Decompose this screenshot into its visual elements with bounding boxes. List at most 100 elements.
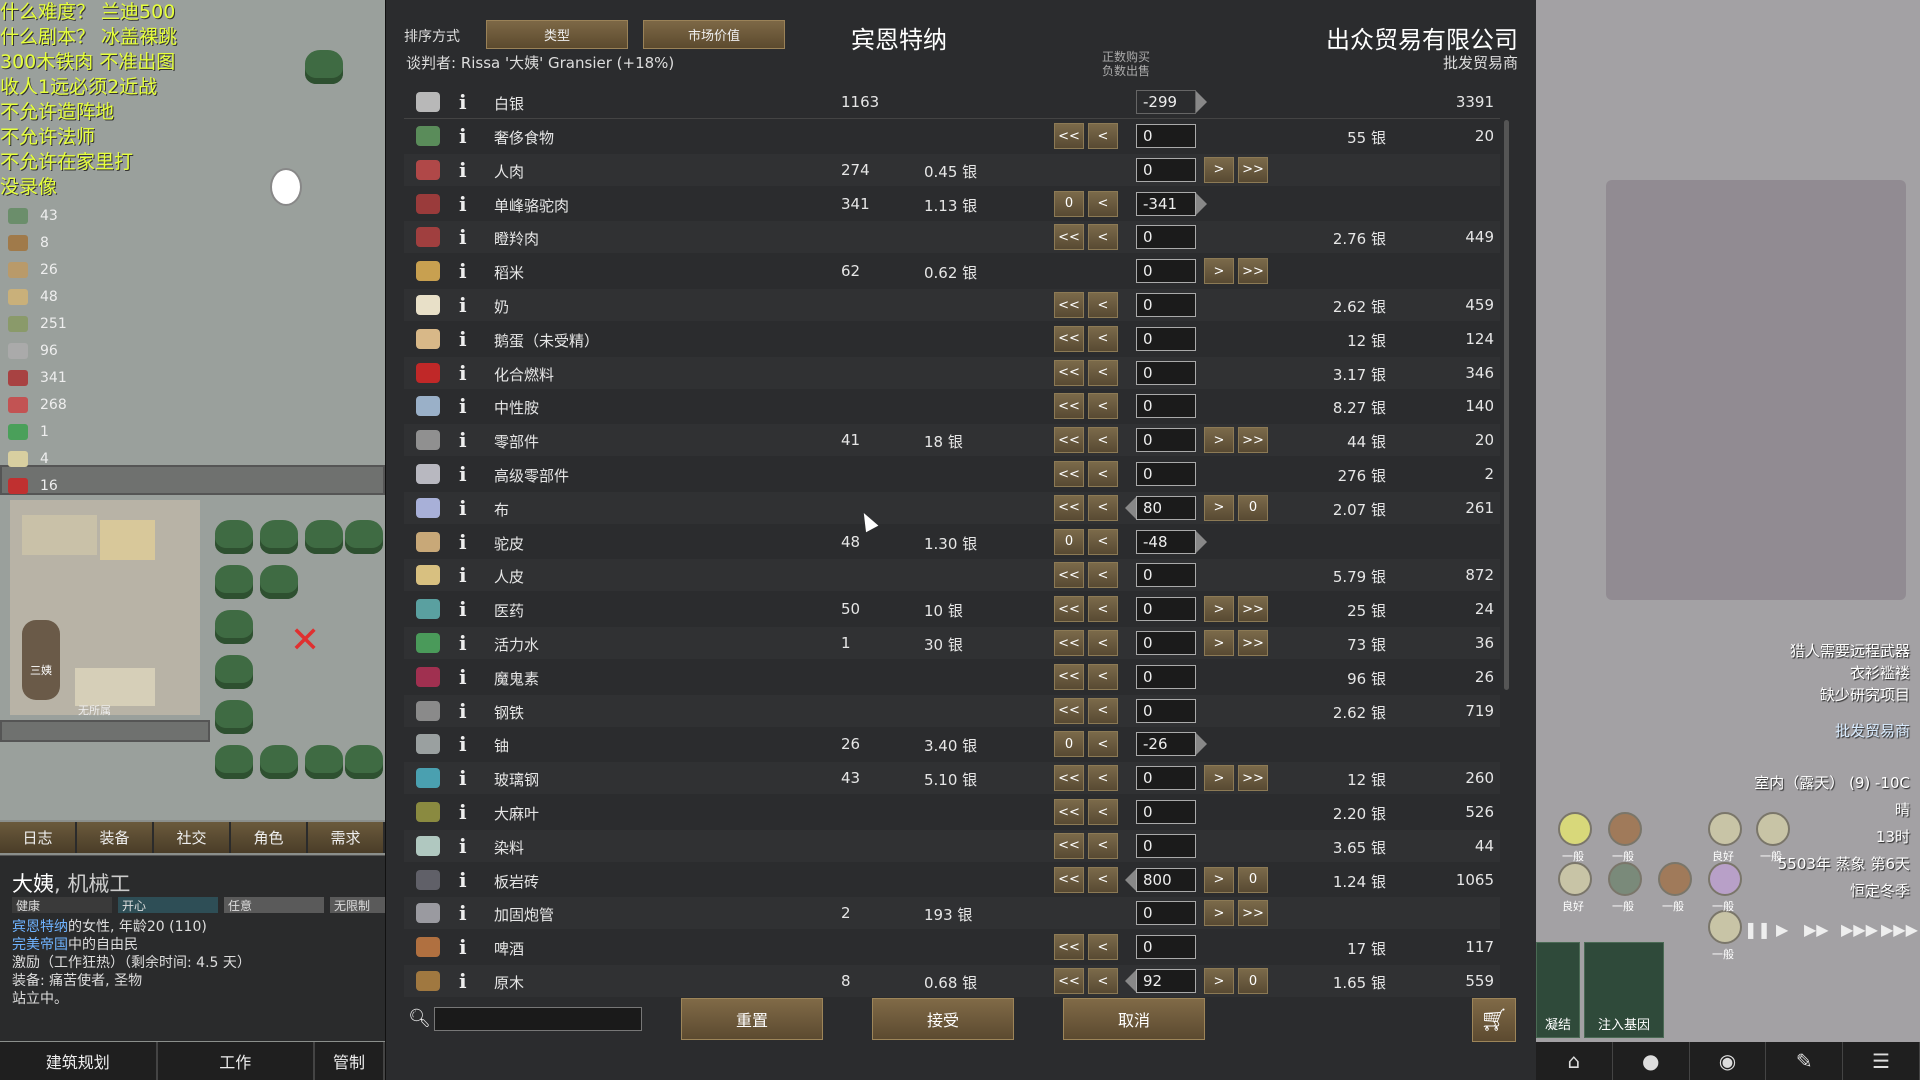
mood-bar[interactable]: 开心 — [118, 897, 218, 913]
trade-amount-input[interactable]: 0 — [1136, 631, 1196, 655]
trade-amount-input[interactable]: 92 — [1136, 969, 1196, 993]
sell-one-button[interactable]: < — [1088, 359, 1118, 386]
trade-amount-input[interactable]: 0 — [1136, 901, 1196, 926]
sell-max-button[interactable]: << — [1054, 359, 1084, 386]
trade-amount-input[interactable]: 0 — [1136, 124, 1196, 148]
sell-one-button[interactable]: < — [1088, 832, 1118, 859]
faction-link[interactable]: 宾恩特纳 — [12, 919, 68, 935]
sort-by-value-button[interactable]: 市场价值 — [643, 20, 785, 49]
sell-max-button[interactable]: 0 — [1054, 731, 1084, 758]
bulb-icon[interactable]: ● — [1613, 1042, 1690, 1080]
sell-one-button[interactable]: < — [1088, 731, 1118, 758]
sell-max-button[interactable]: << — [1054, 562, 1084, 589]
sell-one-button[interactable]: < — [1088, 697, 1118, 724]
apparel-icon[interactable] — [1558, 812, 1592, 846]
sell-max-button[interactable]: << — [1054, 630, 1084, 656]
apparel-icon[interactable] — [1608, 812, 1642, 846]
trade-amount-input[interactable]: 0 — [1136, 394, 1196, 419]
resource-row[interactable]: 48 — [8, 283, 67, 310]
apparel-icon[interactable] — [1756, 812, 1790, 846]
sell-one-button[interactable]: < — [1088, 224, 1118, 251]
info-icon[interactable]: i — [459, 530, 467, 554]
sell-max-button[interactable]: << — [1054, 765, 1084, 792]
info-icon[interactable]: i — [459, 259, 467, 283]
empire-link[interactable]: 完美帝国 — [12, 937, 68, 953]
resource-row[interactable]: 43 — [8, 202, 67, 229]
sell-one-button[interactable]: < — [1088, 393, 1118, 420]
sell-one-button[interactable]: < — [1088, 325, 1118, 352]
buy-one-button[interactable]: > — [1204, 494, 1234, 521]
info-icon[interactable]: i — [459, 766, 467, 790]
apparel-icon[interactable] — [1708, 910, 1742, 944]
superfast-button[interactable]: ▶▶▶ — [1841, 920, 1878, 939]
buy-one-button[interactable]: > — [1204, 596, 1234, 623]
info-icon[interactable]: i — [459, 800, 467, 824]
trade-amount-input[interactable]: 0 — [1136, 800, 1196, 824]
buy-max-button[interactable]: >> — [1238, 156, 1268, 183]
play-button[interactable]: ▶ — [1776, 920, 1788, 939]
info-icon[interactable]: i — [459, 158, 467, 182]
buy-one-button[interactable]: > — [1204, 866, 1234, 893]
sort-by-type-button[interactable]: 类型 — [486, 20, 628, 49]
sell-max-button[interactable]: << — [1054, 799, 1084, 825]
info-icon[interactable]: i — [459, 124, 467, 148]
coagulate-button[interactable]: 凝结 — [1536, 942, 1580, 1038]
bed[interactable] — [75, 668, 155, 706]
trade-amount-input[interactable]: 0 — [1136, 664, 1196, 689]
info-icon[interactable]: i — [459, 327, 467, 351]
fast-button[interactable]: ▶▶ — [1804, 920, 1829, 939]
trade-amount-input[interactable]: 0 — [1136, 935, 1196, 960]
sell-one-button[interactable]: < — [1088, 934, 1118, 961]
sell-one-button[interactable]: < — [1088, 799, 1118, 825]
apparel-icon[interactable] — [1608, 862, 1642, 896]
buy-max-button[interactable]: >> — [1238, 900, 1268, 927]
trade-amount-input[interactable]: -341 — [1136, 191, 1196, 216]
pawn-sprite[interactable] — [22, 620, 60, 700]
tab-gear[interactable]: 装备 — [77, 822, 152, 853]
sell-max-button[interactable]: 0 — [1054, 190, 1084, 217]
medical-select[interactable]: 任意 — [224, 897, 324, 913]
sell-max-button[interactable]: << — [1054, 123, 1084, 149]
resource-row[interactable]: 268 — [8, 391, 67, 418]
buy-one-button[interactable]: > — [1204, 765, 1234, 792]
buy-one-button[interactable]: > — [1204, 258, 1234, 285]
info-icon[interactable]: i — [459, 496, 467, 520]
trade-amount-input[interactable]: 0 — [1136, 597, 1196, 622]
trade-amount-input[interactable]: 80 — [1136, 495, 1196, 520]
sell-one-button[interactable]: < — [1088, 427, 1118, 454]
tab-restrict[interactable]: 管制 — [315, 1042, 385, 1080]
resource-row[interactable]: 96 — [8, 337, 67, 364]
alert-item[interactable]: 批发贸易商 — [1790, 720, 1910, 742]
tab-character[interactable]: 角色 — [231, 822, 306, 853]
resource-row[interactable]: 4 — [8, 445, 67, 472]
sell-max-button[interactable]: << — [1054, 494, 1084, 521]
head-icon[interactable]: ◉ — [1690, 1042, 1767, 1080]
sell-one-button[interactable]: < — [1088, 494, 1118, 521]
info-icon[interactable]: i — [459, 563, 467, 587]
sell-one-button[interactable]: < — [1088, 968, 1118, 994]
sell-max-button[interactable]: << — [1054, 393, 1084, 420]
resource-row[interactable]: 16 — [8, 472, 67, 499]
trade-amount-input[interactable]: -26 — [1136, 732, 1196, 757]
cart-icon[interactable]: 🛒︎ — [1472, 998, 1516, 1042]
health-bar[interactable]: 健康 — [12, 897, 112, 913]
resource-row[interactable]: 26 — [8, 256, 67, 283]
buy-max-button[interactable]: >> — [1238, 258, 1268, 285]
pawn-head-icon[interactable] — [270, 168, 302, 206]
table[interactable] — [100, 520, 155, 560]
sell-one-button[interactable]: < — [1088, 866, 1118, 893]
sell-max-button[interactable]: << — [1054, 866, 1084, 893]
info-icon[interactable]: i — [459, 192, 467, 216]
info-icon[interactable]: i — [459, 834, 467, 858]
trade-amount-input[interactable]: 0 — [1136, 563, 1196, 588]
sell-max-button[interactable]: << — [1054, 461, 1084, 487]
trade-amount-input[interactable]: 0 — [1136, 157, 1196, 182]
sell-one-button[interactable]: < — [1088, 630, 1118, 656]
sell-one-button[interactable]: < — [1088, 596, 1118, 623]
info-icon[interactable]: i — [459, 225, 467, 249]
sell-max-button[interactable]: << — [1054, 663, 1084, 690]
buy-one-button[interactable]: > — [1204, 900, 1234, 927]
sell-max-button[interactable]: << — [1054, 968, 1084, 994]
info-icon[interactable]: i — [459, 732, 467, 756]
info-icon[interactable]: i — [459, 90, 467, 114]
